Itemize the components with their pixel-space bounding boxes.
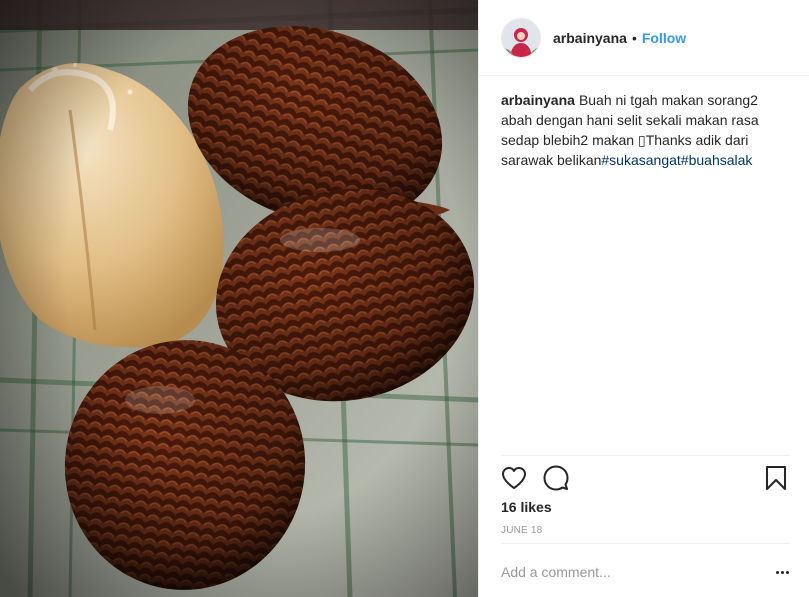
post-header: arbainyana • Follow (479, 0, 809, 76)
avatar-icon (502, 18, 540, 57)
likes-count[interactable]: 16 likes (501, 499, 552, 515)
bookmark-icon (766, 466, 786, 490)
action-bar (501, 462, 789, 494)
more-options-dot (781, 570, 784, 574)
like-button[interactable] (501, 465, 527, 491)
post-photo[interactable] (0, 0, 478, 597)
more-options-dot (786, 570, 789, 574)
more-options-button[interactable] (765, 562, 789, 582)
instagram-post: arbainyana • Follow arbainyana Buah ni tg… (0, 0, 809, 597)
caption-username-link[interactable]: arbainyana (501, 92, 575, 108)
follow-button[interactable]: Follow (642, 30, 686, 46)
hashtag-link-buahsalak[interactable]: #buahsalak (681, 152, 753, 168)
divider (501, 543, 789, 544)
comment-button[interactable] (543, 465, 569, 491)
separator-dot: • (631, 29, 637, 46)
salak-fruit-image (0, 0, 478, 597)
post-sidebar: arbainyana • Follow arbainyana Buah ni tg… (478, 0, 809, 597)
avatar[interactable] (501, 17, 541, 58)
more-options-icon (776, 570, 779, 574)
comment-form (501, 558, 789, 586)
comment-input[interactable] (501, 564, 765, 580)
speech-bubble-icon (543, 465, 569, 491)
post-caption: arbainyana Buah ni tgah makan sorang2 aba… (501, 90, 791, 170)
username-link[interactable]: arbainyana (553, 30, 627, 46)
post-date[interactable]: JUNE 18 (501, 525, 542, 536)
divider (501, 455, 789, 456)
save-button[interactable] (763, 465, 789, 491)
heart-icon (502, 467, 526, 489)
hashtag-link-sukasangat[interactable]: #sukasangat (601, 152, 680, 168)
